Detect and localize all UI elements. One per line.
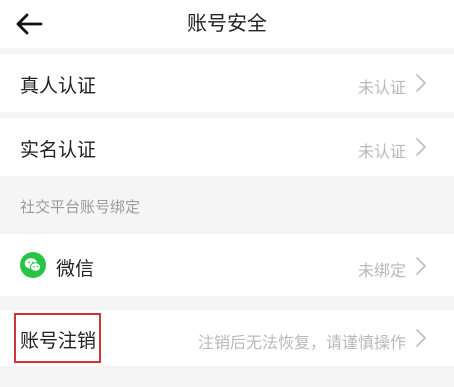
chevron-right-icon (416, 257, 426, 275)
real-person-verification-status: 未认证 (357, 78, 406, 97)
real-name-verification-status: 未认证 (357, 142, 406, 161)
page-title: 账号安全 (187, 11, 267, 35)
real-person-verification-label: 真人认证 (20, 75, 97, 97)
account-security-page: 账号安全 真人认证 未认证 实名认证 未认证 社交平台账号绑定 微信 未绑定 账… (0, 0, 454, 387)
wechat-icon (20, 252, 46, 278)
cancel-account-row[interactable]: 账号注销 注销后无法恢复，请谨慎操作 (0, 310, 454, 366)
chevron-right-icon (416, 138, 426, 156)
wechat-label: 微信 (56, 258, 95, 280)
top-bar: 账号安全 (0, 0, 454, 48)
row-divider (0, 296, 454, 310)
wechat-binding-status: 未绑定 (357, 261, 406, 280)
back-button[interactable] (14, 10, 44, 38)
social-section-header: 社交平台账号绑定 (0, 176, 454, 234)
wechat-binding-row[interactable]: 微信 未绑定 (0, 234, 454, 296)
cancel-account-label: 账号注销 (20, 330, 97, 352)
cancel-account-warning: 注销后无法恢复，请谨慎操作 (197, 333, 406, 352)
real-name-verification-label: 实名认证 (20, 139, 97, 161)
social-section-title: 社交平台账号绑定 (20, 198, 141, 216)
chevron-right-icon (416, 74, 426, 92)
chevron-right-icon (416, 329, 426, 347)
real-person-verification-row[interactable]: 真人认证 未认证 (0, 54, 454, 112)
arrow-left-icon (16, 13, 43, 35)
bottom-band (0, 366, 454, 387)
real-name-verification-row[interactable]: 实名认证 未认证 (0, 118, 454, 176)
